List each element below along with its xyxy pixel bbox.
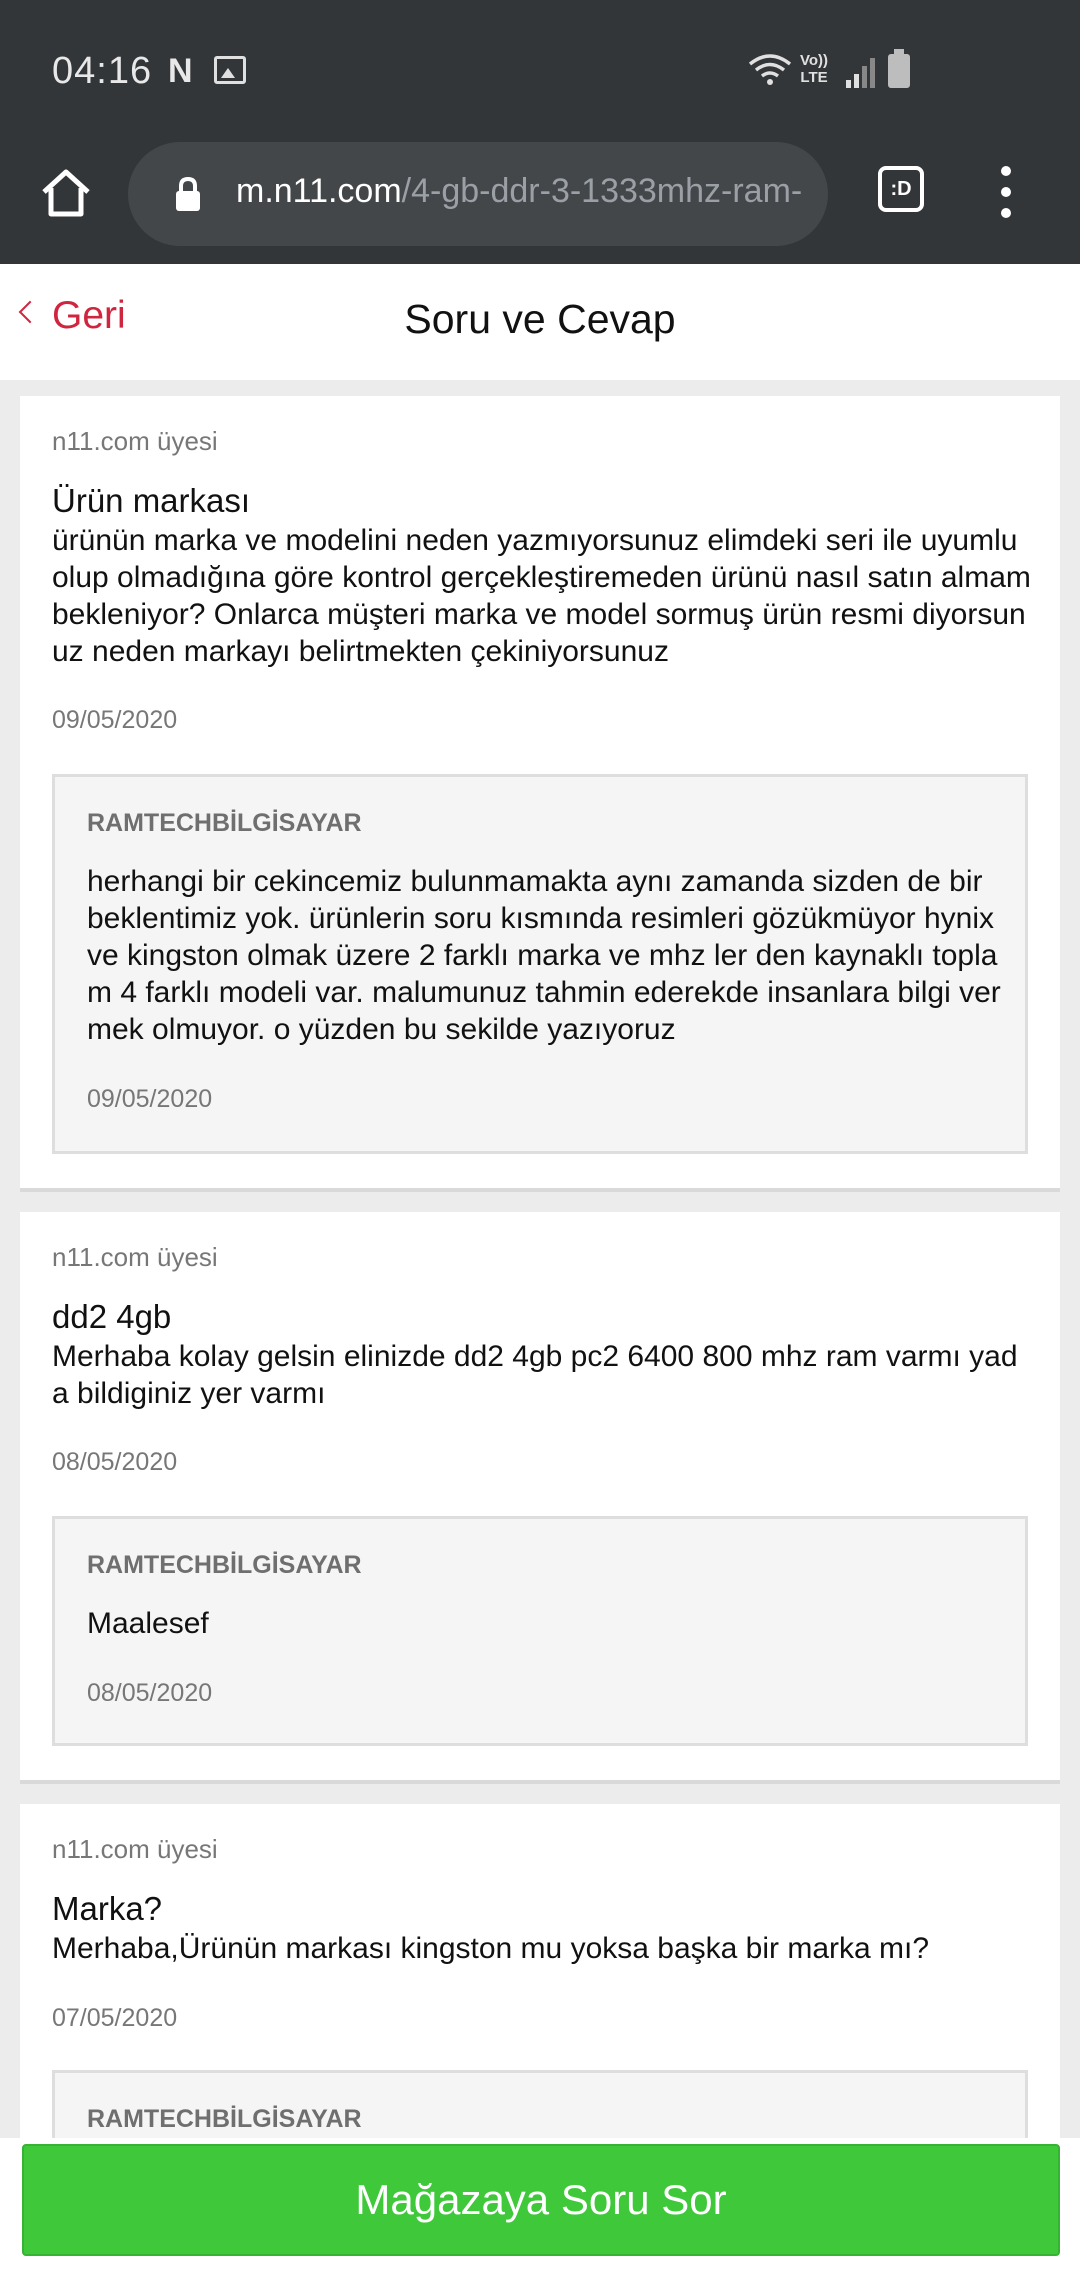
question-card: n11.com üyesi dd2 4gb Merhaba kolay gels… <box>20 1212 1060 1784</box>
address-bar[interactable]: m.n11.com/4-gb-ddr-3-1333mhz-ram- <box>128 142 828 246</box>
url-text: m.n11.com/4-gb-ddr-3-1333mhz-ram- <box>236 172 812 211</box>
question-date: 07/05/2020 <box>52 2004 178 2032</box>
status-bar: 04:16 N Vo)) LTE <box>0 0 1080 140</box>
home-icon[interactable] <box>38 164 94 220</box>
question-author: n11.com üyesi <box>52 1242 218 1272</box>
answer-box: RAMTECHBİLGİSAYAR Maalesef 08/05/2020 <box>52 1516 1028 1746</box>
question-date: 09/05/2020 <box>52 706 178 734</box>
lte-label: LTE <box>800 69 828 86</box>
battery-icon <box>888 49 910 88</box>
page-title: Soru ve Cevap <box>404 296 676 342</box>
question-author: n11.com üyesi <box>52 1834 218 1864</box>
question-title: Ürün markası <box>52 482 251 519</box>
volte-label: Vo)) <box>800 52 829 69</box>
notification-n-icon: N <box>168 52 193 90</box>
gallery-notification-icon <box>214 56 246 84</box>
answer-seller: RAMTECHBİLGİSAYAR <box>87 809 362 837</box>
volte-lte-icon: Vo)) LTE <box>800 52 828 86</box>
question-date: 08/05/2020 <box>52 1448 178 1476</box>
answer-seller: RAMTECHBİLGİSAYAR <box>87 1551 362 1579</box>
question-author: n11.com üyesi <box>52 426 218 456</box>
overflow-menu-icon[interactable] <box>996 164 1016 220</box>
signal-strength-icon <box>846 56 876 88</box>
answer-date: 08/05/2020 <box>87 1679 213 1707</box>
tab-switcher-icon[interactable]: :D <box>878 166 924 212</box>
url-path: /4-gb-ddr-3-1333mhz-ram- <box>401 172 803 210</box>
cta-bar: Mağazaya Soru Sor <box>0 2138 1080 2280</box>
status-time: 04:16 <box>52 50 153 92</box>
question-body: ürünün marka ve modelini neden yazmıyors… <box>52 524 1031 668</box>
question-body: Merhaba kolay gelsin elinizde dd2 4gb pc… <box>52 1340 1018 1410</box>
answer-body: herhangi bir cekincemiz bulunmamakta ayn… <box>87 865 1001 1046</box>
ask-store-question-button[interactable]: Mağazaya Soru Sor <box>22 2144 1060 2256</box>
wifi-icon <box>748 54 792 85</box>
answer-box: RAMTECHBİLGİSAYAR herhangi bir cekincemi… <box>52 774 1028 1154</box>
question-body: Merhaba,Ürünün markası kingston mu yoksa… <box>52 1932 930 1965</box>
url-domain: m.n11.com <box>236 172 402 210</box>
page-header: Geri Soru ve Cevap <box>0 264 1080 380</box>
answer-body: Maalesef <box>87 1607 209 1640</box>
question-card: n11.com üyesi Ürün markası ürünün marka … <box>20 396 1060 1192</box>
lock-icon <box>176 176 200 211</box>
answer-seller: RAMTECHBİLGİSAYAR <box>87 2105 362 2133</box>
question-title: Marka? <box>52 1890 163 1927</box>
answer-date: 09/05/2020 <box>87 1085 213 1113</box>
browser-toolbar: m.n11.com/4-gb-ddr-3-1333mhz-ram- :D <box>0 140 1080 264</box>
question-title: dd2 4gb <box>52 1298 172 1335</box>
